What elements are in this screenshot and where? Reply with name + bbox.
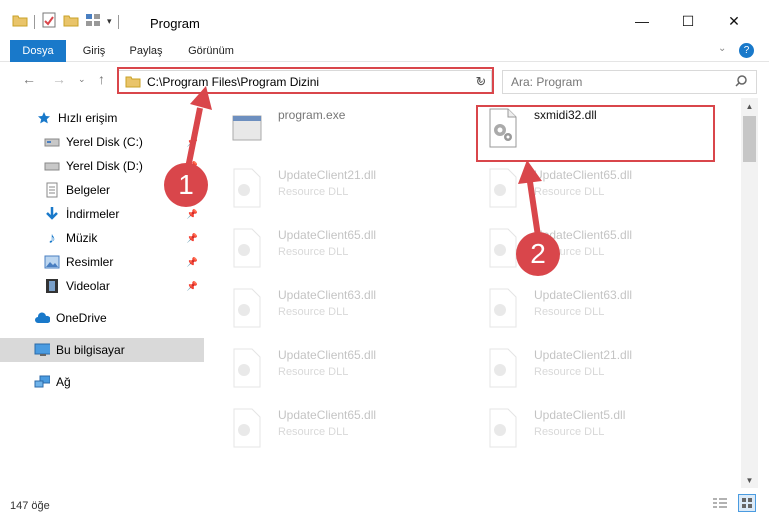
annotation-arrows [185, 86, 542, 237]
step-badge-1: 1 [164, 163, 208, 207]
details-view-icon[interactable] [712, 496, 728, 513]
arrow-2-head [518, 160, 542, 184]
arrow-1-shaft [185, 107, 203, 169]
step-badge-2: 2 [516, 232, 560, 276]
status-bar: 147 öğe [0, 488, 769, 523]
item-count: 147 öğe [10, 500, 50, 512]
large-icons-view-icon[interactable] [738, 494, 756, 512]
arrow-1-head [190, 86, 212, 110]
arrow-2-shaft [527, 181, 541, 237]
